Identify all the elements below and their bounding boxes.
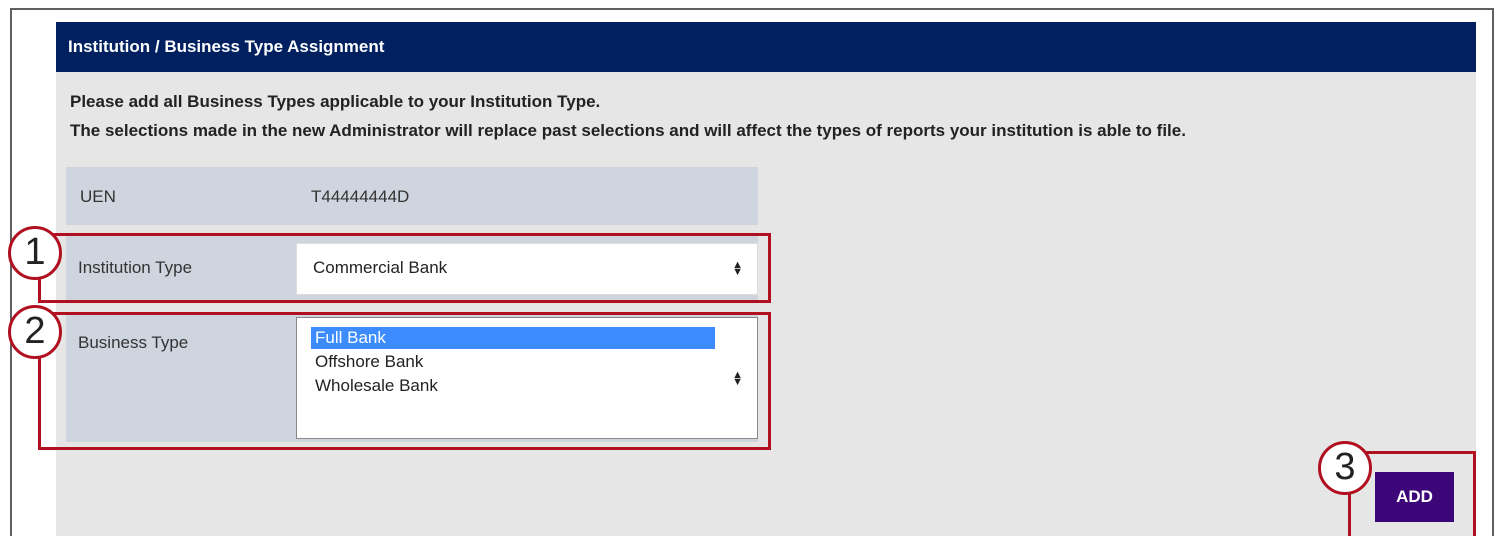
add-button[interactable]: ADD <box>1375 472 1454 522</box>
intro-text-line-1: Please add all Business Types applicable… <box>70 92 601 111</box>
callout-number-3: 3 <box>1318 441 1372 495</box>
callout-box-1 <box>38 233 771 303</box>
callout-box-2 <box>38 312 771 450</box>
callout-number-1: 1 <box>8 226 62 280</box>
uen-label: UEN <box>80 187 116 206</box>
uen-value: T44444444D <box>311 187 410 206</box>
callout-number-2: 2 <box>8 305 62 359</box>
uen-row <box>66 167 758 225</box>
panel-title: Institution / Business Type Assignment <box>56 22 1476 72</box>
intro-text-line-2: The selections made in the new Administr… <box>70 121 1186 140</box>
